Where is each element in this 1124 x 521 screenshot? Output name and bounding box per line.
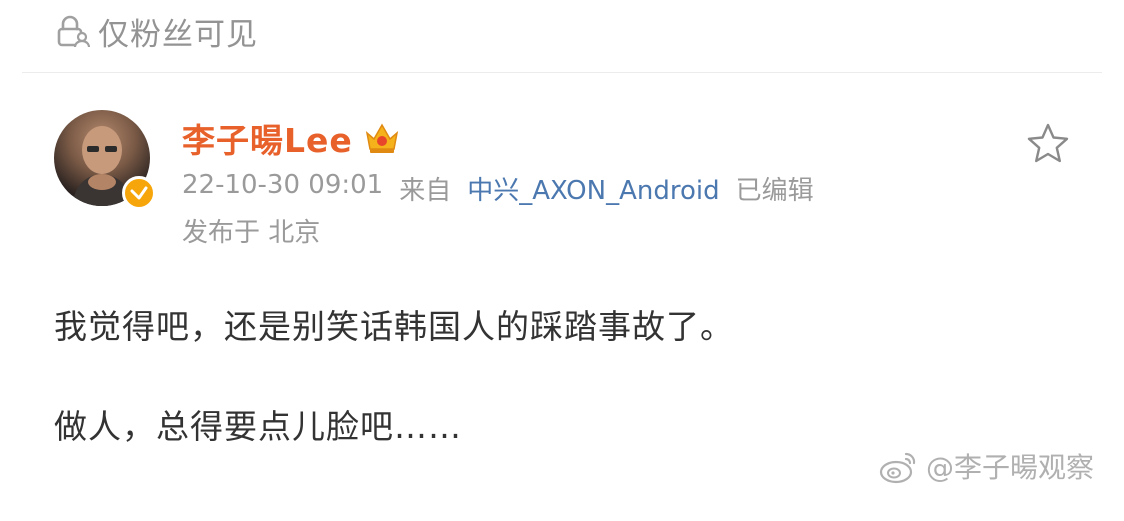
author-name-text: 李子暘Lee (182, 121, 353, 160)
source-prefix: 来自 (399, 176, 452, 206)
watermark-text: @李子暘观察 (926, 451, 1095, 484)
visibility-indicator: 仅粉丝可见 (54, 10, 258, 53)
edited-label[interactable]: 已编辑 (736, 170, 814, 207)
post-source-link[interactable]: 中兴_AXON_Android (467, 170, 719, 207)
post-text-line-1: 我觉得吧，还是别笑话韩国人的踩踏事故了。 (54, 307, 734, 346)
post-meta: 22-10-30 09:01 来自 中兴_AXON_Android 已编辑 (182, 170, 814, 207)
check-icon (130, 186, 148, 200)
verified-badge (122, 176, 156, 210)
weibo-post-card: 仅粉丝可见 李子暘Lee 22-10-30 09:01 来自 中兴_AXON_A… (0, 0, 1124, 521)
visibility-label: 仅粉丝可见 (98, 16, 258, 53)
crown-icon (365, 123, 398, 153)
post-location: 发布于 北京 (182, 218, 321, 248)
post-text-line-2: 做人，总得要点儿脸吧…… (54, 407, 462, 446)
lock-person-icon (57, 15, 90, 48)
header-divider (22, 72, 1102, 73)
star-icon[interactable] (1026, 122, 1070, 164)
post-time: 22-10-30 09:01 (182, 170, 384, 200)
author-name[interactable]: 李子暘Lee (182, 114, 401, 162)
weibo-icon (879, 452, 916, 484)
watermark: @李子暘观察 (878, 446, 1094, 486)
author-avatar[interactable] (54, 110, 156, 210)
